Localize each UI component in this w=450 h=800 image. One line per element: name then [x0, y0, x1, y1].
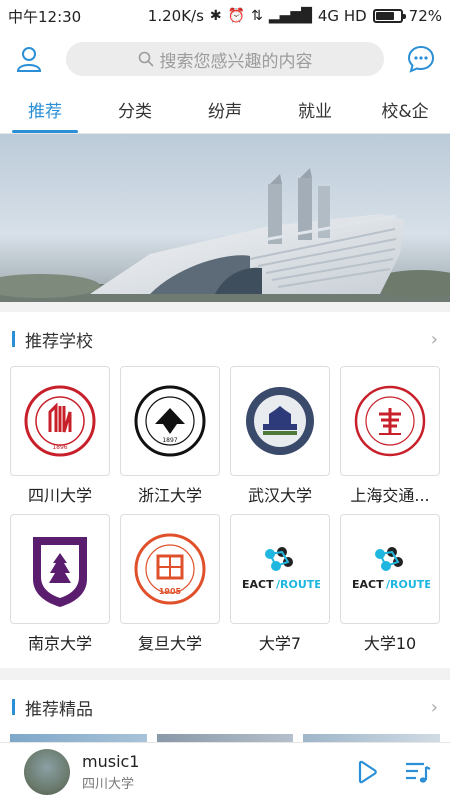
vibrate-icon: ⇅ [251, 8, 263, 24]
school-card[interactable]: 1897 浙江大学 [120, 366, 220, 504]
svg-text:1905: 1905 [159, 587, 182, 596]
nanjing-university-logo [33, 537, 87, 607]
svg-text:1896: 1896 [52, 444, 67, 451]
school-card[interactable]: 武汉大学 [230, 366, 330, 504]
school-name: 南京大学 [27, 634, 92, 652]
playlist-button[interactable] [400, 754, 436, 790]
network-speed: 1.20K/s [147, 7, 204, 25]
messages-button[interactable] [404, 42, 438, 76]
network-type: 4G HD [317, 7, 367, 25]
search-icon [138, 51, 154, 67]
bluetooth-icon: ✱ [209, 8, 222, 24]
tab-school-enterprise[interactable]: 校&企 [360, 86, 450, 133]
school-name: 复旦大学 [137, 634, 202, 652]
school-logo-box: 1896 [10, 366, 110, 476]
chat-bubble-icon [407, 45, 435, 73]
svg-text:EACT: EACT [242, 578, 274, 591]
status-bar: 中午12:30 1.20K/s ✱ ⏰ ⇅ ▂▄▆█ 4G HD 72% [0, 0, 450, 32]
svg-text:/ROUTE: /ROUTE [276, 578, 320, 591]
signal-icon: ▂▄▆█ [268, 8, 312, 24]
tab-recommend[interactable]: 推荐 [0, 86, 90, 133]
school-name: 武汉大学 [247, 486, 312, 504]
track-title: music1 [82, 751, 140, 771]
search-placeholder: 搜索您感兴趣的内容 [159, 51, 313, 72]
school-name: 四川大学 [27, 486, 92, 504]
album-cover [24, 748, 70, 795]
svg-text:/ROUTE: /ROUTE [386, 578, 430, 591]
recommended-premium-section: 推荐精品 › [0, 680, 450, 744]
svg-text:1897: 1897 [162, 437, 177, 444]
fudan-university-logo: 1905 [134, 533, 206, 605]
school-grid: 1896 四川大学 1897 浙江大学 武汉大学 上海交通... 南京大学 19… [0, 366, 450, 652]
section-title: 推荐学校 [12, 327, 93, 352]
svg-text:EACT: EACT [352, 578, 384, 591]
wuhan-university-logo [246, 387, 314, 455]
school-card[interactable]: EACT /ROUTE 大学10 [340, 514, 440, 652]
track-subtitle: 四川大学 [82, 776, 135, 792]
school-card[interactable]: 1905 复旦大学 [120, 514, 220, 652]
school-card[interactable]: 上海交通... [340, 366, 440, 504]
mini-player[interactable]: music1 四川大学 [0, 742, 450, 800]
play-icon [358, 760, 377, 783]
school-name: 大学10 [363, 634, 417, 652]
category-tabs: 推荐 分类 纷声 就业 校&企 [0, 86, 450, 134]
tab-employment[interactable]: 就业 [270, 86, 360, 133]
battery-level: 72% [408, 7, 442, 25]
school-name: 浙江大学 [137, 486, 202, 504]
status-time: 中午12:30 [8, 7, 82, 26]
tab-categories[interactable]: 分类 [90, 86, 180, 133]
battery-icon [372, 9, 406, 23]
school-logo-box [340, 366, 440, 476]
section-header[interactable]: 推荐学校 › [0, 312, 450, 366]
recommended-schools-section: 推荐学校 › 1896 四川大学 1897 浙江大学 武汉大学 上海交通... … [0, 312, 450, 668]
sichuan-university-logo: 1896 [24, 385, 96, 457]
track-info[interactable]: music1 四川大学 [82, 752, 332, 792]
school-card[interactable]: 1896 四川大学 [10, 366, 110, 504]
school-card[interactable]: 南京大学 [10, 514, 110, 652]
status-indicators: 1.20K/s ✱ ⏰ ⇅ ▂▄▆█ 4G HD 72% [148, 7, 442, 25]
chevron-right-icon[interactable]: › [431, 329, 438, 350]
school-logo-box: EACT /ROUTE [230, 514, 330, 624]
section-title: 推荐精品 [12, 695, 93, 720]
search-input[interactable]: 搜索您感兴趣的内容 [66, 42, 384, 76]
tab-voices[interactable]: 纷声 [180, 86, 270, 133]
school-card[interactable]: EACT /ROUTE 大学7 [230, 514, 330, 652]
school-logo-box: 1897 [120, 366, 220, 476]
playlist-icon [406, 762, 431, 783]
user-icon [16, 47, 42, 72]
alarm-icon: ⏰ [227, 8, 246, 24]
banner-image [0, 134, 450, 302]
school-name: 大学7 [258, 634, 302, 652]
sjtu-logo [354, 385, 426, 457]
chevron-right-icon[interactable]: › [431, 697, 438, 718]
play-button[interactable] [348, 754, 384, 790]
react-router-logo: EACT /ROUTE [242, 547, 320, 591]
school-logo-box [230, 366, 330, 476]
react-router-logo: EACT /ROUTE [352, 547, 430, 591]
school-logo-box [10, 514, 110, 624]
section-header[interactable]: 推荐精品 › [0, 680, 450, 734]
school-logo-box: EACT /ROUTE [340, 514, 440, 624]
school-logo-box: 1905 [120, 514, 220, 624]
zhejiang-university-logo: 1897 [134, 385, 206, 457]
school-name: 上海交通... [350, 486, 430, 504]
banner-carousel[interactable] [0, 134, 450, 302]
app-header: 搜索您感兴趣的内容 [0, 32, 450, 86]
user-profile-button[interactable] [12, 42, 46, 76]
